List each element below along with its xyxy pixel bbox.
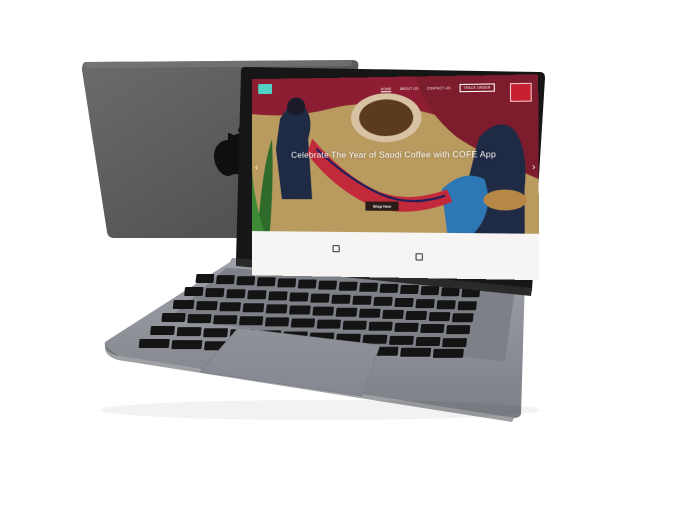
laptop-screen: HOME ABOUT US CONTACT US TRACK ORDER ‹ ›…: [252, 74, 539, 280]
nav-home[interactable]: HOME: [381, 87, 392, 92]
keyboard-key: [177, 327, 202, 336]
keyboard-key: [243, 303, 265, 312]
keyboard-key: [339, 282, 358, 291]
keyboard-key: [343, 321, 367, 330]
keyboard-key: [441, 287, 460, 296]
keyboard-key: [203, 328, 228, 337]
keyboard-key: [368, 322, 392, 331]
keyboard-key: [400, 348, 431, 357]
keyboard-key: [318, 281, 337, 290]
keyboard-key: [265, 317, 289, 326]
keyboard-key: [291, 319, 315, 328]
keyboard-key: [457, 301, 476, 310]
keyboard-key: [216, 275, 235, 284]
keyboard-key: [195, 274, 214, 283]
keyboard-key: [382, 310, 404, 319]
keyboard-key: [289, 293, 308, 302]
keyboard-key: [196, 301, 218, 310]
keyboard-key: [226, 289, 245, 298]
keyboard-key: [184, 287, 203, 296]
keyboard-key: [213, 315, 237, 324]
nav-about-us[interactable]: ABOUT US: [400, 87, 419, 91]
keyboard-key: [362, 335, 387, 344]
keyboard-key: [331, 295, 350, 304]
pin-icon: [416, 253, 423, 260]
delivery-icon: [333, 245, 340, 252]
keyboard-key: [187, 314, 211, 323]
keyboard-key: [247, 290, 266, 299]
info-strip: [252, 231, 539, 280]
keyboard-key: [359, 283, 378, 292]
keyboard-key: [405, 311, 427, 320]
keyboard-key: [389, 336, 414, 345]
keyboard-key: [298, 280, 317, 289]
keyboard-key: [205, 288, 224, 297]
keyboard-key: [415, 299, 434, 308]
product-photo-scene: MacBook: [0, 0, 699, 503]
nav-contact-us[interactable]: CONTACT US: [427, 86, 451, 90]
keyboard-key: [277, 278, 296, 287]
shop-now-button[interactable]: Shop Now: [365, 201, 398, 210]
keyboard-key: [436, 300, 455, 309]
hero-title: Celebrate The Year of Saudi Coffee with …: [252, 150, 539, 160]
keyboard-key: [380, 284, 399, 293]
keyboard-key: [352, 296, 371, 305]
keyboard-key: [359, 309, 381, 318]
keyboard-key: [219, 302, 241, 311]
keyboard-key: [139, 339, 170, 348]
keyboard-key: [257, 277, 276, 286]
keyboard-key: [150, 326, 175, 335]
user-badge-icon[interactable]: [510, 83, 532, 102]
keyboard-key: [433, 349, 464, 358]
keyboard-key: [336, 308, 358, 317]
keyboard-key: [161, 313, 185, 322]
keyboard-key: [420, 286, 439, 295]
keyboard-key: [400, 285, 419, 294]
keyboard-key: [312, 307, 334, 316]
keyboard-key: [420, 324, 444, 333]
keyboard-key: [394, 323, 418, 332]
track-order-button[interactable]: TRACK ORDER: [459, 83, 495, 92]
keyboard-key: [446, 325, 470, 334]
keyboard-key: [317, 320, 341, 329]
keyboard-key: [266, 304, 288, 313]
keyboard-key: [429, 312, 451, 321]
keyboard-key: [173, 300, 195, 309]
keyboard-key: [442, 338, 467, 347]
keyboard-key: [394, 298, 413, 307]
keyboard-key: [268, 291, 287, 300]
floor-shadow: [100, 400, 540, 420]
carousel-prev-icon[interactable]: ‹: [255, 163, 258, 172]
carousel-next-icon[interactable]: ›: [532, 162, 535, 171]
keyboard-key: [289, 306, 311, 315]
keyboard-key: [373, 297, 392, 306]
hero-banner: HOME ABOUT US CONTACT US TRACK ORDER ‹ ›…: [252, 74, 539, 233]
keyboard-key: [236, 276, 255, 285]
keyboard-key: [310, 294, 329, 303]
keyboard-key: [416, 337, 441, 346]
keyboard-key: [239, 316, 263, 325]
keyboard-key: [171, 340, 202, 349]
keyboard-key: [452, 313, 474, 322]
